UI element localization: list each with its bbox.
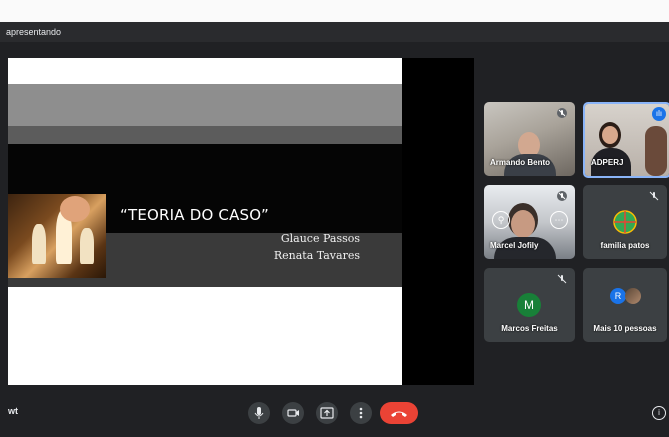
mic-off-icon <box>557 191 567 201</box>
more-participants-tile[interactable]: R Mais 10 pessoas <box>583 268 667 342</box>
speaking-icon: ılı <box>652 107 666 121</box>
mic-icon <box>254 407 264 419</box>
shared-slide: “TEORIA DO CASO” Glauce Passos Renata Ta… <box>8 58 402 385</box>
leave-call-button[interactable] <box>380 402 418 424</box>
camera-button[interactable] <box>282 402 304 424</box>
slide-author: Glauce Passos <box>280 232 360 245</box>
meeting-code: wt <box>8 406 18 416</box>
participant-tile[interactable]: familia patos <box>583 185 667 259</box>
mic-button[interactable] <box>248 402 270 424</box>
person-shape <box>602 126 618 144</box>
person-shape <box>645 126 667 176</box>
avatar <box>625 288 641 304</box>
participant-tile[interactable]: ılı ADPERJ <box>583 102 669 178</box>
present-icon <box>320 407 334 419</box>
slide-band-dark <box>8 126 402 144</box>
person-shape <box>511 210 535 238</box>
mic-off-icon <box>557 108 567 118</box>
info-icon[interactable]: i <box>652 406 666 420</box>
participant-name: Marcel Jofily <box>490 241 539 250</box>
more-options-icon[interactable]: ⋯ <box>550 211 568 229</box>
slide-band-light <box>8 84 402 126</box>
chess-piece <box>32 224 46 264</box>
call-end-icon <box>391 411 407 417</box>
mic-off-icon <box>557 274 567 284</box>
participant-name: ADPERJ <box>591 158 624 167</box>
participant-tile[interactable]: ⚲ ⋯ Marcel Jofily <box>484 185 575 259</box>
more-vert-icon <box>359 407 363 419</box>
participant-name: Armando Bento <box>490 158 550 167</box>
avatar: R <box>610 288 626 304</box>
camera-icon <box>287 409 299 417</box>
globe-avatar-icon <box>613 210 637 234</box>
participant-tile[interactable]: Armando Bento <box>484 102 575 176</box>
participant-name: Marcos Freitas <box>501 324 558 333</box>
present-button[interactable] <box>316 402 338 424</box>
slide-title: “TEORIA DO CASO” <box>120 206 269 224</box>
chess-piece <box>80 228 94 264</box>
hand-shape <box>60 196 90 222</box>
slide-author: Renata Tavares <box>273 249 360 262</box>
presentation-stage: “TEORIA DO CASO” Glauce Passos Renata Ta… <box>8 58 474 385</box>
chess-image <box>8 194 106 278</box>
presenting-banner: apresentando <box>0 22 669 42</box>
presenting-label: apresentando <box>6 27 62 37</box>
avatar: M <box>517 293 541 317</box>
more-options-button[interactable] <box>350 402 372 424</box>
participant-tile[interactable]: M Marcos Freitas <box>484 268 575 342</box>
participant-name: familia patos <box>600 241 650 250</box>
pin-icon[interactable]: ⚲ <box>492 211 510 229</box>
participant-name: Mais 10 pessoas <box>593 324 657 333</box>
mic-off-icon <box>649 191 659 201</box>
